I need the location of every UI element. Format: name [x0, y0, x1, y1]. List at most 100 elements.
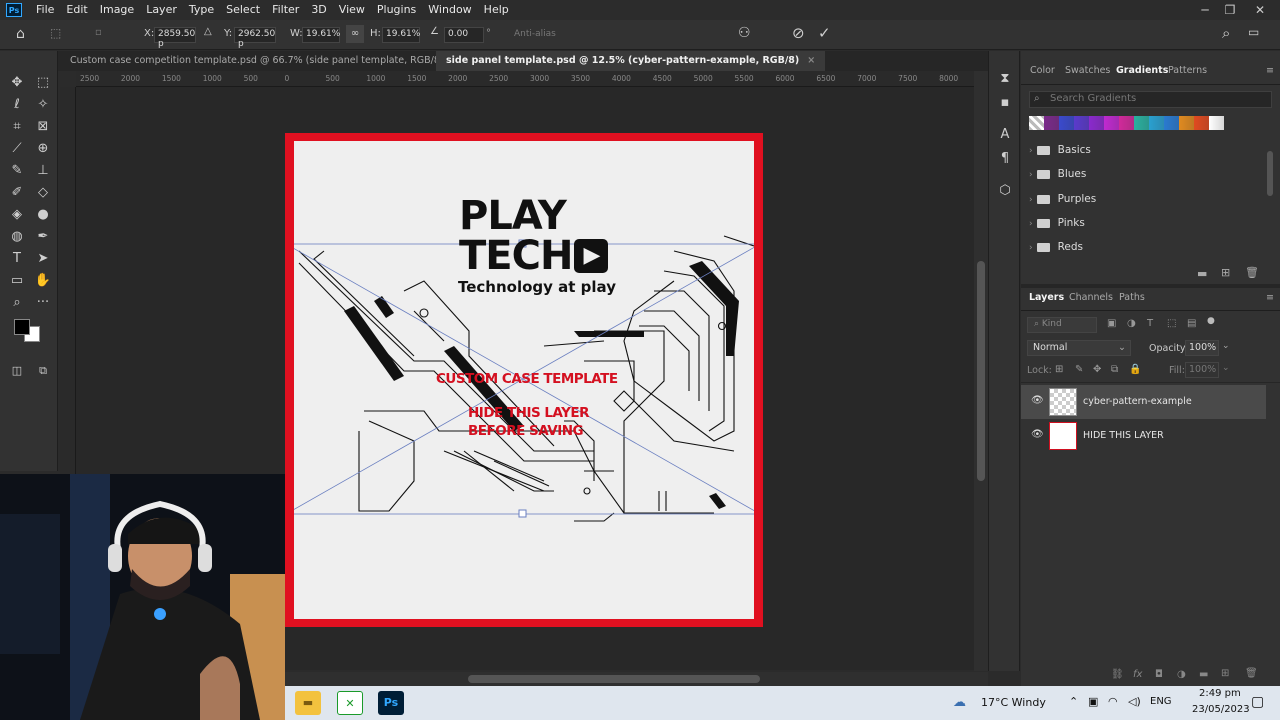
notifications-icon[interactable]: ▢ [1251, 694, 1264, 710]
move-tool-icon[interactable]: ✥ [6, 73, 28, 93]
dodge-tool-icon[interactable]: ◍ [6, 227, 28, 247]
lock-image-icon[interactable]: ✎ [1075, 364, 1083, 375]
chevron-down-icon[interactable]: ⌄ [1222, 341, 1230, 351]
paint-bucket-icon[interactable]: ◈ [6, 205, 28, 225]
quick-mask-icon[interactable]: ◫ [6, 361, 28, 381]
fill-field[interactable]: 100% [1185, 362, 1219, 378]
tab-custom-case[interactable]: Custom case competition template.psd @ 6… [60, 51, 485, 71]
layer-name[interactable]: cyber-pattern-example [1083, 396, 1192, 407]
photoshop-logo-icon[interactable]: Ps [6, 3, 22, 17]
wifi-icon[interactable]: ◠ [1108, 695, 1118, 708]
crop-tool-icon[interactable]: ⌗ [6, 117, 28, 137]
gradient-swatch[interactable] [1209, 116, 1224, 130]
panel-menu-icon[interactable]: ≡ [1266, 65, 1274, 76]
xbox-icon[interactable]: ✕ [337, 691, 363, 715]
folder-pinks[interactable]: › Pinks [1029, 217, 1085, 229]
marquee-tool-icon[interactable]: ⬚ [32, 73, 54, 93]
horizontal-scrollbar[interactable] [285, 672, 988, 686]
lasso-tool-icon[interactable]: ℓ [6, 95, 28, 115]
stamp-tool-icon[interactable]: ⊥ [32, 161, 54, 181]
chevron-up-icon[interactable]: ⌃ [1069, 695, 1078, 708]
new-layer-icon[interactable]: ⊞ [1221, 668, 1229, 679]
filter-toggle-icon[interactable]: ● [1207, 316, 1215, 326]
warp-icon[interactable]: ⚇ [738, 25, 751, 41]
type-tool-icon[interactable]: T [6, 249, 28, 269]
antialias-checkbox-label[interactable]: Anti-alias [514, 29, 556, 39]
tab-patterns[interactable]: Patterns [1168, 65, 1207, 76]
menu-file[interactable]: File [30, 0, 60, 20]
restore-icon[interactable]: ❐ [1215, 0, 1245, 20]
gradient-swatch[interactable] [1029, 116, 1044, 130]
tab-close-icon[interactable]: × [807, 55, 815, 66]
triangle-icon[interactable]: △ [204, 26, 212, 37]
width-field[interactable]: 19.61% [302, 27, 340, 43]
filter-adjustment-icon[interactable]: ◑ [1127, 318, 1136, 329]
filter-pixel-icon[interactable]: ▣ [1107, 318, 1116, 329]
gradient-swatch[interactable] [1179, 116, 1194, 130]
filter-smart-object-icon[interactable]: ▤ [1187, 318, 1196, 329]
path-selection-icon[interactable]: ➤ [32, 249, 54, 269]
paragraph-panel-icon[interactable]: ¶ [994, 149, 1016, 169]
scroll-thumb[interactable] [977, 261, 985, 481]
menu-window[interactable]: Window [422, 0, 477, 20]
lock-all-icon[interactable]: 🔒 [1129, 364, 1141, 375]
link-layers-icon[interactable]: ⛓ [1111, 669, 1124, 680]
tray-app-icon[interactable]: ▣ [1088, 695, 1098, 708]
filter-shape-icon[interactable]: ⬚ [1167, 318, 1176, 329]
workspace-icon[interactable]: ▭ [1248, 25, 1259, 39]
layer-row-hide-this-layer[interactable]: 👁 HIDE THIS LAYER [1021, 419, 1266, 453]
gradient-swatch[interactable] [1149, 116, 1164, 130]
tab-paths[interactable]: Paths [1119, 292, 1145, 303]
lock-position-icon[interactable]: ✥ [1093, 364, 1101, 375]
delete-layer-icon[interactable]: 🗑 [1245, 668, 1258, 679]
search-icon[interactable]: ⌕ [1222, 24, 1230, 42]
scroll-thumb[interactable] [468, 675, 760, 683]
adjustment-layer-icon[interactable]: ◑ [1177, 669, 1186, 680]
angle-field[interactable]: 0.00 [444, 27, 484, 43]
comments-panel-icon[interactable]: ▪ [994, 93, 1016, 113]
folder-basics[interactable]: › Basics [1029, 144, 1091, 156]
hand-tool-icon[interactable]: ✋ [32, 271, 54, 291]
transform-tool-icon[interactable]: ⬚ [50, 26, 61, 40]
scroll-thumb[interactable] [1267, 151, 1273, 196]
visibility-eye-icon[interactable]: 👁 [1031, 429, 1044, 440]
x-position-field[interactable]: 2859.50 p [154, 27, 196, 49]
y-position-field[interactable]: 2962.50 p [234, 27, 276, 49]
gradient-search-input[interactable]: Search Gradients [1029, 91, 1272, 108]
artboard[interactable]: PLAY TECH ▶ Technology at play CUSTOM CAS… [285, 133, 763, 627]
weather-text[interactable]: 17°C Windy [981, 696, 1046, 709]
rectangle-tool-icon[interactable]: ▭ [6, 271, 28, 291]
history-brush-icon[interactable]: ✐ [6, 183, 28, 203]
file-explorer-icon[interactable]: ▬ [295, 691, 321, 715]
menu-type[interactable]: Type [183, 0, 220, 20]
gradient-swatch[interactable] [1089, 116, 1104, 130]
history-panel-icon[interactable]: ⧗ [994, 69, 1016, 89]
gradient-swatch[interactable] [1194, 116, 1209, 130]
eyedropper-icon[interactable]: ⟋ [6, 139, 28, 159]
clock-time[interactable]: 2:49 pm [1199, 688, 1241, 699]
menu-3d[interactable]: 3D [305, 0, 332, 20]
menu-edit[interactable]: Edit [60, 0, 93, 20]
menu-layer[interactable]: Layer [140, 0, 183, 20]
tab-color[interactable]: Color [1030, 65, 1055, 76]
filter-type-icon[interactable]: T [1147, 318, 1153, 329]
volume-icon[interactable]: ◁) [1128, 695, 1141, 708]
tab-channels[interactable]: Channels [1069, 292, 1113, 303]
new-gradient-icon[interactable]: ⊞ [1221, 266, 1230, 279]
clock-date[interactable]: 23/05/2023 [1192, 704, 1250, 715]
more-tools-icon[interactable]: ··· [32, 293, 54, 313]
height-field[interactable]: 19.61% [382, 27, 420, 43]
pen-tool-icon[interactable]: ✒ [32, 227, 54, 247]
gradient-swatch[interactable] [1134, 116, 1149, 130]
frame-tool-icon[interactable]: ⊠ [32, 117, 54, 137]
layer-name[interactable]: HIDE THIS LAYER [1083, 430, 1164, 441]
visibility-eye-icon[interactable]: 👁 [1031, 395, 1044, 406]
add-mask-icon[interactable]: ◘ [1155, 669, 1163, 680]
reference-point-icon[interactable]: ▫ [95, 27, 102, 38]
gradient-swatch[interactable] [1164, 116, 1179, 130]
folder-purples[interactable]: › Purples [1029, 193, 1096, 205]
folder-blues[interactable]: › Blues [1029, 168, 1086, 180]
menu-select[interactable]: Select [220, 0, 266, 20]
screen-mode-icon[interactable]: ⧉ [32, 361, 54, 381]
layer-filter-kind[interactable]: ⌕ Kind [1027, 317, 1097, 333]
